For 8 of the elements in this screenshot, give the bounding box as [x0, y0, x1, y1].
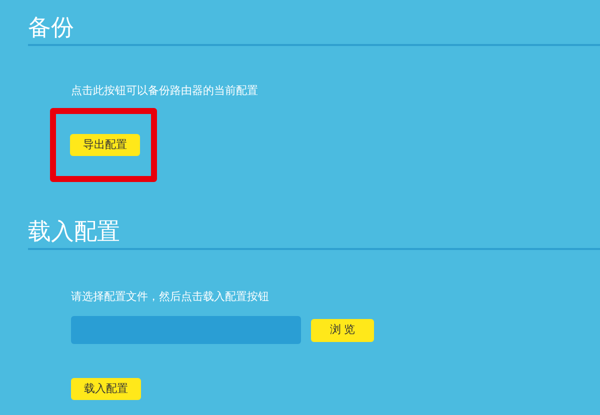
description-text: 请选择配置文件，然后点击载入配置按钮	[71, 290, 270, 304]
section-title: 备份	[28, 14, 75, 42]
load-button[interactable]: 载入配置	[71, 378, 141, 400]
section-title: 载入配置	[28, 218, 121, 246]
description-text: 点击此按钮可以备份路由器的当前配置	[71, 84, 259, 98]
export-button[interactable]: 导出配置	[70, 134, 140, 156]
file-path-field[interactable]	[71, 316, 301, 344]
browse-button[interactable]: 浏 览	[311, 318, 374, 342]
